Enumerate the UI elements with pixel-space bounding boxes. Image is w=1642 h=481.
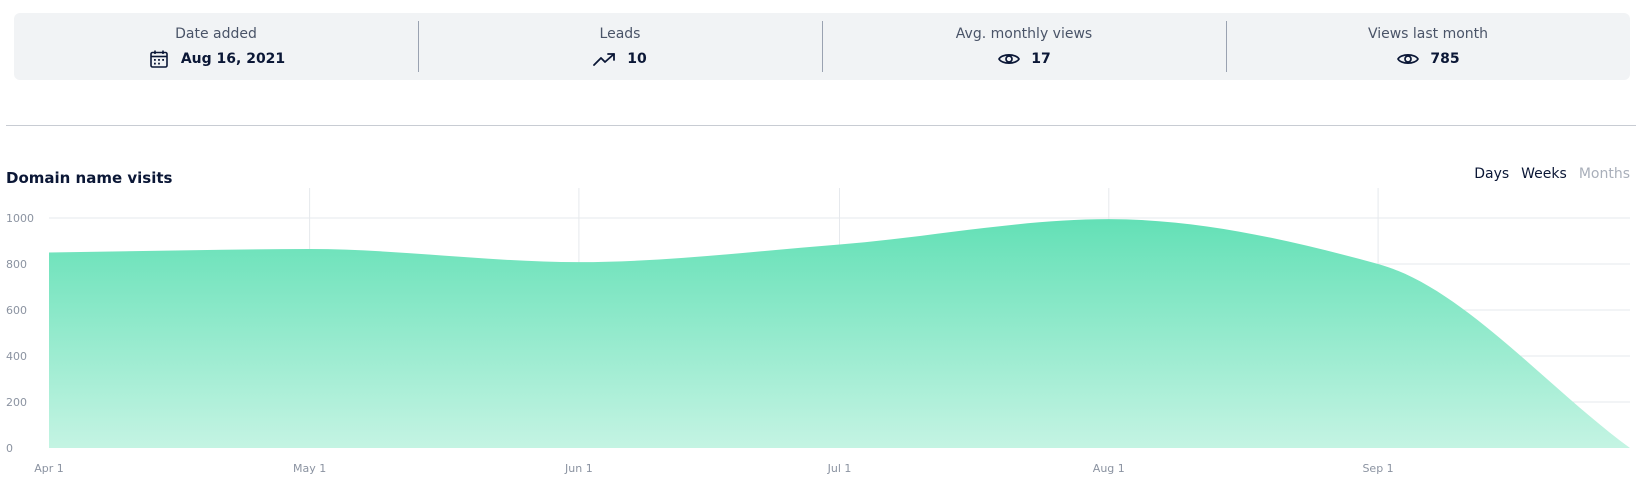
stat-label: Views last month: [1367, 26, 1489, 42]
chart-title: Domain name visits: [6, 169, 173, 187]
stat-value: 17: [1031, 51, 1051, 67]
calendar-icon: [147, 48, 171, 70]
stat-label: Avg. monthly views: [955, 26, 1093, 42]
stat-avg-monthly-views: Avg. monthly views 17: [822, 13, 1226, 80]
x-tick-label: Jul 1: [827, 462, 852, 475]
stat-value: Aug 16, 2021: [180, 51, 286, 67]
toggle-days[interactable]: Days: [1474, 166, 1509, 182]
x-tick-label: Apr 1: [34, 462, 64, 475]
y-tick-label: 800: [6, 258, 27, 271]
x-tick-label: Sep 1: [1362, 462, 1393, 475]
stat-views-last-month: Views last month 785: [1226, 13, 1630, 80]
stats-bar: Date added Aug 16, 2021 Leads 10 Avg. mo…: [14, 13, 1630, 80]
granularity-toggle: Days Weeks Months: [1474, 166, 1630, 182]
eye-icon: [997, 48, 1021, 70]
stat-label: Leads: [599, 26, 641, 42]
y-tick-label: 1000: [6, 212, 34, 225]
x-tick-label: May 1: [293, 462, 326, 475]
stat-date-added: Date added Aug 16, 2021: [14, 13, 418, 80]
y-tick-label: 600: [6, 304, 27, 317]
y-tick-label: 400: [6, 350, 27, 363]
x-tick-label: Jun 1: [564, 462, 593, 475]
section-divider: [6, 125, 1636, 126]
trending-up-icon: [593, 48, 617, 70]
stat-value: 10: [627, 51, 647, 67]
visits-area-chart: 0 200 400 600 800 1000 Apr 1 May 1 Jun 1 Jul 1 Aug…: [6, 188, 1630, 475]
eye-icon: [1396, 48, 1420, 70]
y-tick-label: 0: [6, 442, 13, 455]
visits-area: [49, 219, 1630, 448]
x-tick-label: Aug 1: [1093, 462, 1125, 475]
stat-label: Date added: [175, 26, 257, 42]
stat-value: 785: [1430, 51, 1460, 67]
toggle-months[interactable]: Months: [1579, 166, 1630, 182]
y-tick-label: 200: [6, 396, 27, 409]
toggle-weeks[interactable]: Weeks: [1521, 166, 1567, 182]
stat-leads: Leads 10: [418, 13, 822, 80]
